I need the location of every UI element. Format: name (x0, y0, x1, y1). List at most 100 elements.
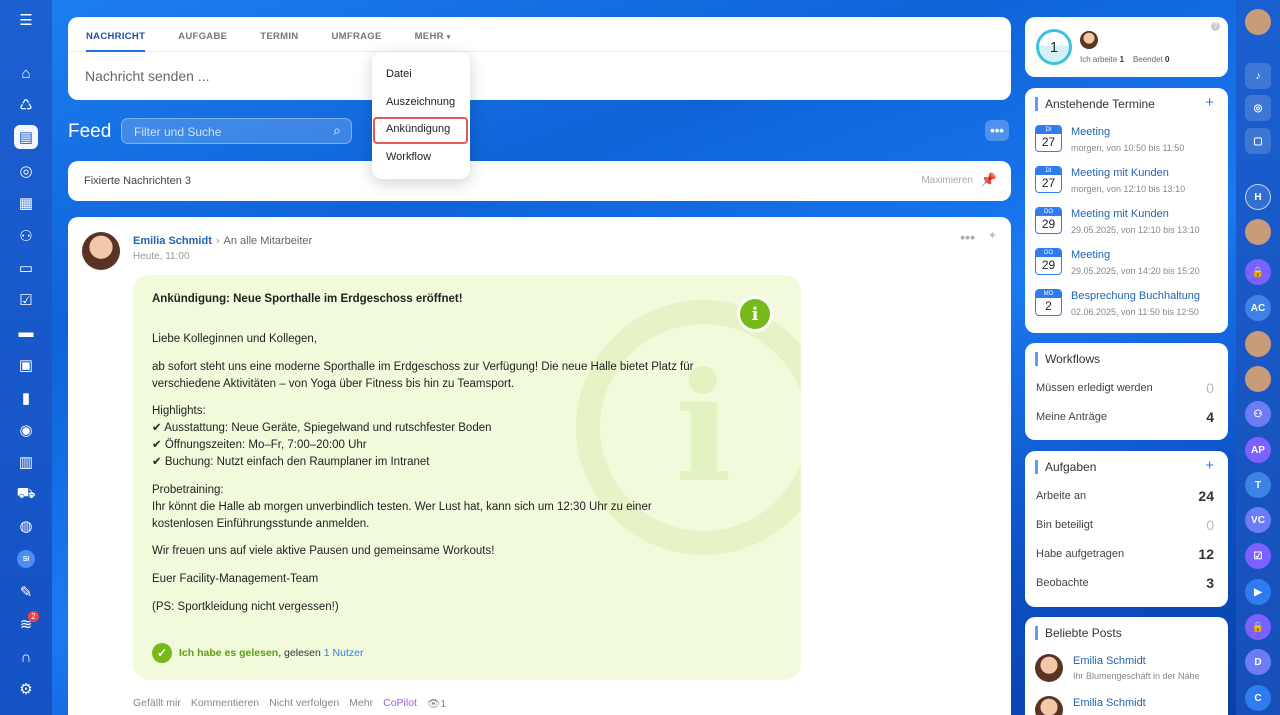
robot-icon[interactable]: ◉ (14, 418, 38, 442)
avatar-photo-3[interactable] (1245, 366, 1271, 392)
notification-badge: 2 (28, 611, 39, 622)
task-row-label[interactable]: Bin beteiligt (1036, 519, 1093, 531)
info-watermark-icon: i (576, 300, 801, 555)
user-avatar[interactable]: SI (17, 550, 35, 568)
like-button[interactable]: Gefällt mir (133, 697, 181, 710)
pinned-messages-bar[interactable]: Fixierte Nachrichten 3 Maximieren 📌 (68, 161, 1011, 201)
group-icon[interactable]: ⚇ (14, 224, 38, 248)
feed-icon[interactable]: ▤ (14, 125, 38, 149)
tab-mehr[interactable]: MEHR ▾ (415, 17, 451, 51)
lock-icon[interactable]: 🔒 (1245, 259, 1271, 285)
filter-search-input[interactable]: Filter und Suche ⌕ (121, 118, 352, 144)
headset-icon[interactable]: ∩ (14, 645, 38, 669)
workflow-row-label[interactable]: Meine Anträge (1036, 411, 1107, 423)
home-icon[interactable]: ⌂ (14, 61, 38, 85)
post-author-name[interactable]: Emilia Schmidt (1073, 697, 1146, 709)
pin-icon[interactable]: 📌 (981, 172, 997, 188)
tasks-icon[interactable]: ☑ (14, 288, 38, 312)
unfollow-button[interactable]: Nicht verfolgen (269, 697, 339, 710)
check-icon[interactable]: ☑ (1245, 543, 1271, 569)
post-author-name[interactable]: Emilia Schmidt (1073, 655, 1146, 667)
tab-aufgabe[interactable]: AUFGABE (178, 17, 227, 51)
add-task-icon[interactable]: + (1205, 457, 1214, 474)
event-title[interactable]: Meeting mit Kunden (1071, 208, 1169, 220)
views-count: 👁1 (427, 697, 446, 710)
bell-icon[interactable]: ♪ (1245, 63, 1271, 89)
event-title[interactable]: Besprechung Buchhaltung (1071, 290, 1200, 302)
avatar-h[interactable]: H (1245, 184, 1271, 210)
more-button[interactable]: Mehr (349, 697, 373, 710)
profile-avatar[interactable] (1245, 9, 1271, 35)
avatar-ap[interactable]: AP (1245, 437, 1271, 463)
target-icon[interactable]: ◍ (14, 514, 38, 538)
task-row-label[interactable]: Beobachte (1036, 577, 1089, 589)
sign-icon[interactable]: ✎ (14, 580, 38, 604)
task-row-value: 0 (1206, 517, 1214, 533)
event-time: 29.05.2025, von 14:20 bis 15:20 (1071, 266, 1200, 276)
event-title[interactable]: Meeting mit Kunden (1071, 167, 1169, 179)
sync-icon[interactable]: ◎ (1245, 95, 1271, 121)
post-author-avatar[interactable] (1035, 696, 1063, 715)
task-row-label[interactable]: Arbeite an (1036, 490, 1086, 502)
menu-icon[interactable]: ☰ (14, 8, 38, 32)
search-icon[interactable]: ⌕ (333, 122, 341, 139)
tab-umfrage[interactable]: UMFRAGE (331, 17, 381, 51)
post-pin-icon[interactable]: ✦ (988, 229, 997, 242)
menu-item-workflow[interactable]: Workflow (386, 151, 431, 163)
comment-button[interactable]: Kommentieren (191, 697, 259, 710)
chat-icon[interactable]: ◎ (14, 159, 38, 183)
filter-placeholder: Filter und Suche (134, 125, 222, 139)
popular-posts-card: Beliebte Posts Emilia Schmidt Ihr Blumen… (1025, 617, 1228, 715)
video-icon[interactable]: ▶ (1245, 579, 1271, 605)
author-name[interactable]: Emilia Schmidt (133, 235, 212, 247)
task-row-label[interactable]: Habe aufgetragen (1036, 548, 1124, 560)
crm-icon[interactable]: ▬ (14, 320, 38, 344)
author-avatar[interactable] (82, 232, 120, 270)
avatar-ac[interactable]: AC (1245, 295, 1271, 321)
sites-icon[interactable]: ▣ (14, 353, 38, 377)
calendar-date-icon: DO 29 (1035, 248, 1062, 275)
tab-nachricht[interactable]: NACHRICHT (86, 17, 146, 52)
feed-more-button[interactable]: ••• (985, 120, 1009, 141)
tasks-title: Aufgaben (1035, 460, 1096, 474)
help-icon[interactable]: ? (1211, 22, 1220, 31)
post-actions: Gefällt mir Kommentieren Nicht verfolgen… (133, 697, 446, 710)
avatar-d[interactable]: D (1245, 649, 1271, 675)
readers-link[interactable]: 1 Nutzer (324, 647, 364, 659)
avatar-photo-1[interactable] (1245, 219, 1271, 245)
event-title[interactable]: Meeting (1071, 126, 1110, 138)
workflow-row-label[interactable]: Müssen erledigt werden (1036, 382, 1153, 394)
event-time: morgen, von 10:50 bis 11:50 (1071, 143, 1185, 153)
docs-icon[interactable]: ▭ (14, 256, 38, 280)
read-check-icon[interactable]: ✓ (152, 643, 172, 663)
analytics-icon[interactable]: ▮ (14, 386, 38, 410)
calendar-icon[interactable]: ▦ (14, 191, 38, 215)
add-event-icon[interactable]: + (1205, 94, 1214, 111)
announcement-greeting: Liebe Kolleginnen und Kollegen, (152, 333, 317, 345)
read-confirm-link[interactable]: Ich habe es gelesen (179, 647, 278, 659)
collab-icon[interactable]: ♺ (14, 93, 38, 117)
post-author-avatar[interactable] (1035, 654, 1063, 682)
calendar-date-icon: DO 29 (1035, 207, 1062, 234)
menu-item-datei[interactable]: Datei (386, 68, 412, 80)
menu-item-auszeichnung[interactable]: Auszeichnung (386, 96, 455, 108)
settings-icon[interactable]: ⚙ (14, 677, 38, 701)
message-input[interactable]: Nachricht senden ... (68, 52, 1011, 100)
avatar-c[interactable]: C (1245, 685, 1271, 711)
avatar-photo-2[interactable] (1245, 331, 1271, 357)
avatar-t[interactable]: T (1245, 472, 1271, 498)
chat-bubble-icon[interactable]: ▢ (1245, 128, 1271, 154)
event-time: 29.05.2025, von 12:10 bis 13:10 (1071, 225, 1200, 235)
schedule-icon[interactable]: ▥ (14, 450, 38, 474)
group-avatar-icon[interactable]: ⚇ (1245, 401, 1271, 427)
post-audience[interactable]: An alle Mitarbeiter (224, 235, 313, 247)
maximize-link[interactable]: Maximieren (921, 175, 973, 186)
lock-icon-2[interactable]: 🔒 (1245, 614, 1271, 640)
tab-termin[interactable]: TERMIN (260, 17, 298, 51)
copilot-button[interactable]: CoPilot (383, 697, 417, 710)
work-counter[interactable]: 1 (1036, 29, 1072, 65)
cart-icon[interactable]: ⛟ (14, 482, 38, 506)
avatar-vc[interactable]: VC (1245, 507, 1271, 533)
post-menu-icon[interactable]: ••• (960, 229, 975, 245)
event-title[interactable]: Meeting (1071, 249, 1110, 261)
